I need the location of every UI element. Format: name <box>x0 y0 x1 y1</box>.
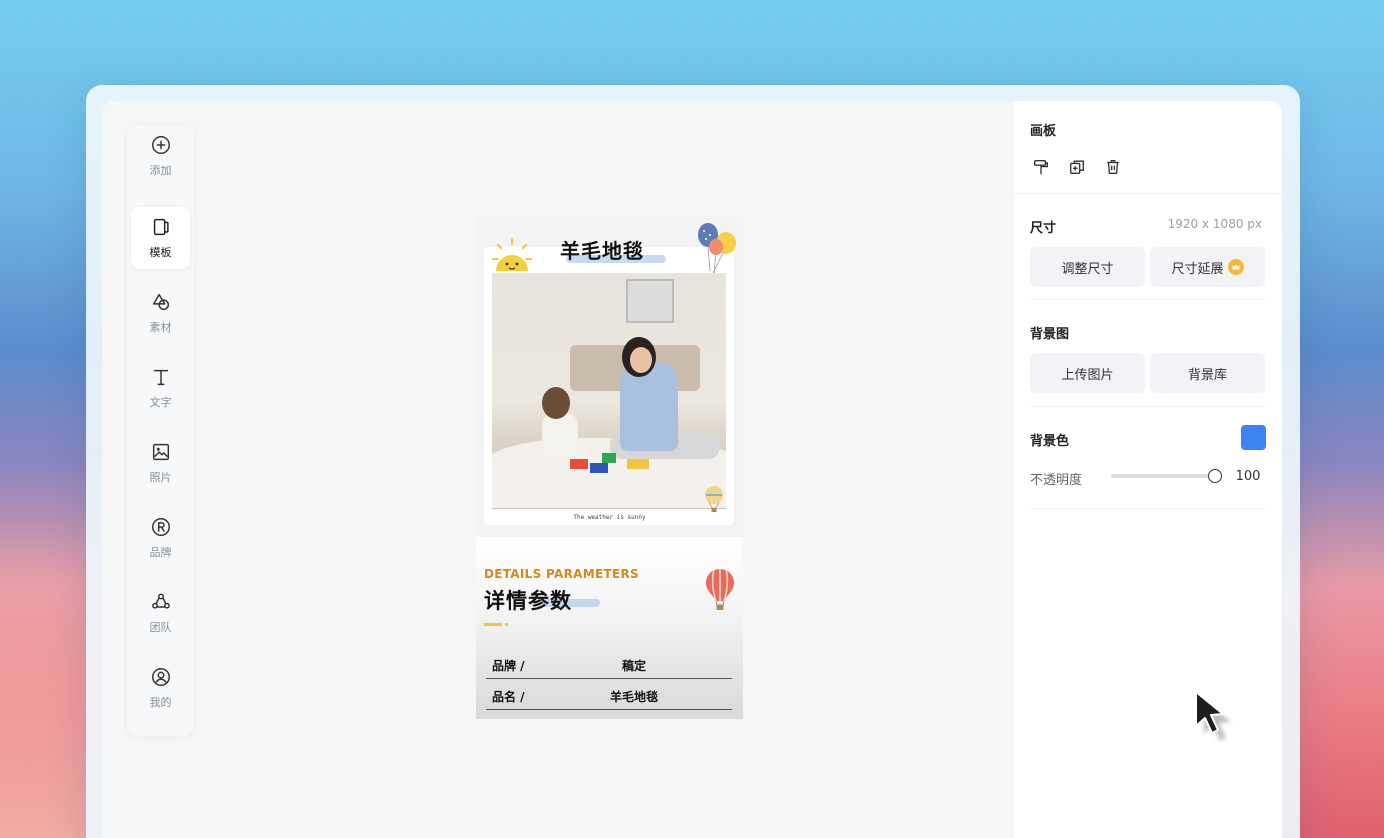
divider <box>1014 193 1282 194</box>
sun-icon <box>492 238 532 271</box>
sidebar-item-photos[interactable]: 照片 <box>131 432 190 494</box>
panel-title: 画板 <box>1030 124 1057 139</box>
paint-roller-icon[interactable] <box>1032 158 1050 176</box>
background-color-label: 背景色 <box>1030 434 1070 449</box>
opacity-slider-handle[interactable] <box>1208 469 1222 483</box>
product-photo[interactable] <box>492 273 726 509</box>
background-library-button[interactable]: 背景库 <box>1150 353 1265 393</box>
sidebar-item-label: 模板 <box>149 246 172 259</box>
sidebar-item-brand[interactable]: 品牌 <box>131 507 190 569</box>
param-row-brand[interactable]: 品牌 / 稿定 <box>486 651 732 679</box>
sidebar-item-template[interactable]: 模板 <box>131 207 190 269</box>
sidebar-item-text[interactable]: 文字 <box>131 357 190 419</box>
hot-air-balloon-icon <box>705 486 723 512</box>
sidebar-item-add[interactable]: 添加 <box>131 125 190 187</box>
extend-size-button[interactable]: 尺寸延展 <box>1150 247 1265 287</box>
size-label: 尺寸 <box>1030 221 1057 236</box>
sidebar-item-mine[interactable]: 我的 <box>131 657 190 719</box>
details-heading-en[interactable]: DETAILS PARAMETERS <box>484 567 639 581</box>
extend-size-label: 尺寸延展 <box>1171 261 1224 277</box>
details-heading-cn[interactable]: 详情参数 <box>484 585 572 615</box>
sidebar-item-label: 团队 <box>149 621 172 634</box>
registered-icon <box>151 518 170 536</box>
poster-artboard[interactable]: 羊毛地毯 The weather is sunny DETAILS PARAME… <box>476 217 743 719</box>
param-value: 羊毛地毯 <box>609 690 658 704</box>
sidebar-item-label: 文字 <box>149 396 172 409</box>
opacity-label: 不透明度 <box>1030 473 1083 488</box>
size-value: 1920 x 1080 px <box>1167 217 1262 231</box>
crown-icon <box>1227 259 1244 275</box>
sidebar-item-label: 品牌 <box>149 546 172 559</box>
sidebar-item-label: 照片 <box>149 471 172 484</box>
param-row-name[interactable]: 品名 / 羊毛地毯 <box>486 682 732 710</box>
left-sidebar: 添加 模板 素材 文字 照片 品牌 团队 我的 <box>127 125 194 736</box>
photo-caption: The weather is sunny <box>573 514 646 521</box>
poster-title[interactable]: 羊毛地毯 <box>560 235 644 264</box>
team-icon <box>151 593 170 609</box>
upload-image-button[interactable]: 上传图片 <box>1030 353 1145 393</box>
divider <box>1030 406 1266 407</box>
trash-icon[interactable] <box>1104 158 1122 176</box>
resize-button[interactable]: 调整尺寸 <box>1030 247 1145 287</box>
duplicate-icon[interactable] <box>1068 158 1086 176</box>
mouse-cursor-icon <box>1195 691 1231 741</box>
opacity-value[interactable]: 100 <box>1229 469 1267 484</box>
sidebar-item-team[interactable]: 团队 <box>131 582 190 644</box>
background-image-label: 背景图 <box>1030 327 1070 342</box>
hot-air-balloon-icon <box>706 569 734 610</box>
panel-toolbar <box>1032 158 1122 176</box>
shapes-icon <box>152 293 169 311</box>
poster-top-section: 羊毛地毯 The weather is sunny <box>476 217 743 537</box>
plus-circle-icon <box>151 136 170 154</box>
opacity-slider[interactable] <box>1111 474 1215 478</box>
upload-image-label: 上传图片 <box>1061 367 1114 383</box>
user-icon <box>151 668 170 686</box>
text-icon <box>153 369 168 386</box>
divider <box>1030 508 1266 509</box>
poster-details-section: DETAILS PARAMETERS 详情参数 品牌 / 稿定 品名 / 羊毛地… <box>476 537 743 719</box>
sidebar-item-materials[interactable]: 素材 <box>131 282 190 344</box>
sidebar-item-label: 素材 <box>149 321 172 334</box>
image-icon <box>152 443 169 461</box>
background-library-label: 背景库 <box>1187 367 1227 383</box>
background-color-swatch[interactable] <box>1241 425 1266 450</box>
divider <box>1030 299 1266 300</box>
sidebar-item-label: 添加 <box>149 164 172 177</box>
template-icon <box>153 218 169 236</box>
resize-button-label: 调整尺寸 <box>1061 261 1114 277</box>
param-value: 稿定 <box>621 659 646 673</box>
accent-bar <box>484 623 502 626</box>
accent-dot <box>505 623 508 626</box>
sidebar-item-label: 我的 <box>149 696 172 709</box>
